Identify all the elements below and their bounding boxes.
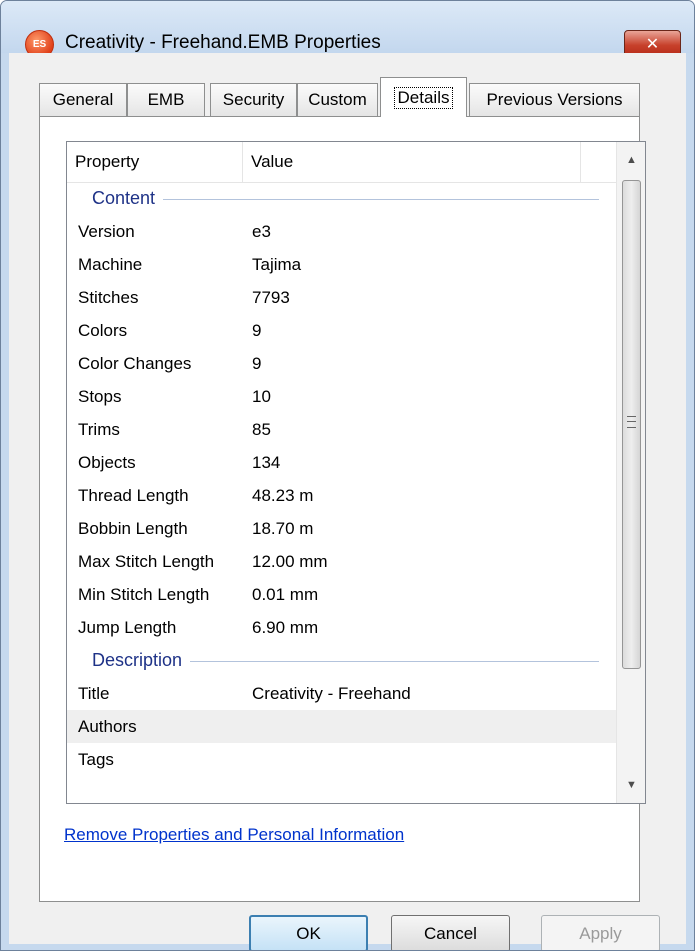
window-title: Creativity - Freehand.EMB Properties [65, 32, 381, 53]
scroll-up-button[interactable]: ▲ [617, 142, 645, 178]
property-value: 134 [252, 453, 281, 472]
tab-general[interactable]: General [39, 83, 127, 116]
table-row[interactable]: Authors [67, 710, 616, 743]
property-value: 85 [252, 420, 271, 439]
table-row[interactable]: Machine Tajima [67, 248, 616, 281]
tab-details[interactable]: Details [380, 77, 467, 117]
property-name: Stitches [78, 288, 139, 307]
property-name: Bobbin Length [78, 519, 188, 538]
tab-emb[interactable]: EMB [127, 83, 205, 116]
details-panel: Property Value Content Version e3 Machine… [39, 116, 646, 902]
group-label: Content [92, 188, 164, 209]
property-value: 9 [252, 354, 262, 373]
property-name: Objects [78, 453, 136, 472]
property-value: 12.00 mm [252, 552, 328, 571]
column-header-label: Property [75, 152, 140, 171]
table-row[interactable]: Thread Length 48.23 m [67, 479, 616, 512]
remove-properties-link[interactable]: Remove Properties and Personal Informati… [64, 825, 404, 845]
property-name: Colors [78, 321, 128, 340]
group-header-content[interactable]: Content [67, 182, 616, 215]
table-row[interactable]: Colors 9 [67, 314, 616, 347]
details-listview[interactable]: Property Value Content Version e3 Machine… [66, 141, 646, 804]
triangle-up-icon: ▲ [626, 154, 637, 166]
table-row[interactable]: Bobbin Length 18.70 m [67, 512, 616, 545]
tab-label: Security [222, 90, 285, 109]
property-value: 7793 [252, 288, 290, 307]
tab-previous-versions[interactable]: Previous Versions [469, 83, 640, 116]
apply-button[interactable]: Apply [541, 915, 660, 950]
tab-label: Details [393, 86, 454, 109]
scroll-down-button[interactable]: ▼ [617, 767, 645, 803]
tab-label: Custom [308, 90, 367, 109]
list-rows: Content Version e3 Machine Tajima Stitches… [67, 182, 616, 776]
property-name: Jump Length [78, 618, 177, 637]
table-row[interactable]: Trims 85 [67, 413, 616, 446]
triangle-down-icon: ▼ [626, 779, 637, 791]
property-name: Trims [78, 420, 120, 439]
property-value: Tajima [252, 255, 302, 274]
scroll-thumb[interactable] [622, 180, 641, 669]
scroll-grip-icon [627, 416, 636, 428]
property-name: Version [78, 222, 135, 241]
property-value: 0.01 mm [252, 585, 319, 604]
cancel-button[interactable]: Cancel [391, 915, 510, 950]
property-name: Authors [78, 717, 137, 736]
property-value: 10 [252, 387, 271, 406]
property-value: e3 [252, 222, 271, 241]
title-bar[interactable]: ES Creativity - Freehand.EMB Properties … [1, 1, 694, 59]
tab-label: General [52, 90, 114, 109]
property-name: Machine [78, 255, 143, 274]
table-row[interactable]: Objects 134 [67, 446, 616, 479]
property-name: Title [78, 684, 110, 703]
table-row[interactable]: Title Creativity - Freehand [67, 677, 616, 710]
table-row[interactable]: Min Stitch Length 0.01 mm [67, 578, 616, 611]
dialog-client: General EMB Security Custom Details Prev… [9, 53, 686, 950]
close-icon: ✕ [645, 36, 660, 53]
table-row[interactable]: Tags [67, 743, 616, 776]
group-label: Description [92, 650, 191, 671]
property-name: Thread Length [78, 486, 189, 505]
table-row[interactable]: Stops 10 [67, 380, 616, 413]
column-header-property[interactable]: Property [67, 142, 243, 182]
property-value: 18.70 m [252, 519, 314, 538]
group-header-description[interactable]: Description [67, 644, 616, 677]
property-value: 6.90 mm [252, 618, 319, 637]
property-name: Color Changes [78, 354, 192, 373]
table-row[interactable]: Max Stitch Length 12.00 mm [67, 545, 616, 578]
property-name: Min Stitch Length [78, 585, 210, 604]
property-name: Max Stitch Length [78, 552, 215, 571]
property-name: Tags [78, 750, 114, 769]
table-row[interactable]: Stitches 7793 [67, 281, 616, 314]
property-value: Creativity - Freehand [252, 684, 411, 703]
tab-label: Previous Versions [486, 90, 623, 109]
tab-custom[interactable]: Custom [297, 83, 378, 116]
properties-dialog: ES Creativity - Freehand.EMB Properties … [0, 0, 695, 951]
table-row[interactable]: Version e3 [67, 215, 616, 248]
property-value: 48.23 m [252, 486, 314, 505]
ok-button[interactable]: OK [249, 915, 368, 950]
table-row[interactable]: Color Changes 9 [67, 347, 616, 380]
table-row[interactable]: Jump Length 6.90 mm [67, 611, 616, 644]
property-name: Stops [78, 387, 122, 406]
tab-security[interactable]: Security [210, 83, 297, 116]
column-header-value[interactable]: Value [243, 142, 581, 182]
vertical-scrollbar[interactable]: ▲ ▼ [616, 142, 645, 803]
property-value: 9 [252, 321, 262, 340]
tab-label: EMB [147, 90, 185, 109]
column-header-label: Value [251, 152, 294, 171]
group-divider [92, 199, 599, 200]
list-header: Property Value [67, 142, 616, 183]
